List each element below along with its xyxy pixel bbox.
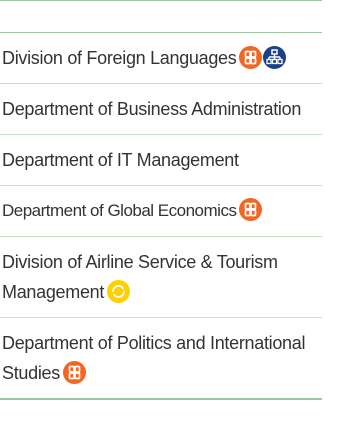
menu-item-label: Department of IT Management — [2, 150, 239, 170]
global-program-icon — [239, 46, 263, 69]
cycle-icon — [107, 280, 131, 303]
menu-item-it-management[interactable]: Department of IT Management — [0, 135, 322, 186]
department-menu: Division of Foreign Languages Department… — [0, 0, 322, 400]
menu-item-foreign-languages[interactable]: Division of Foreign Languages — [0, 32, 322, 84]
global-program-icon — [62, 361, 86, 384]
menu-item-label: Department of Global Economics — [2, 201, 237, 220]
menu-item-business-administration[interactable]: Department of Business Administration — [0, 84, 322, 135]
menu-item-airline-tourism[interactable]: Division of Airline Service & Tourism Ma… — [0, 237, 322, 318]
menu-item-global-economics[interactable]: Department of Global Economics — [0, 186, 322, 237]
menu-item-label: Department of Business Administration — [2, 99, 302, 119]
menu-item-label: Division of Foreign Languages — [2, 48, 237, 68]
menu-item-label: Division of Airline Service & Tourism Ma… — [2, 252, 278, 302]
menu-item-label: Department of Politics and International… — [2, 333, 306, 383]
menu-item-politics-international[interactable]: Department of Politics and International… — [0, 318, 322, 400]
global-program-icon — [239, 198, 263, 221]
organization-icon — [263, 46, 287, 69]
